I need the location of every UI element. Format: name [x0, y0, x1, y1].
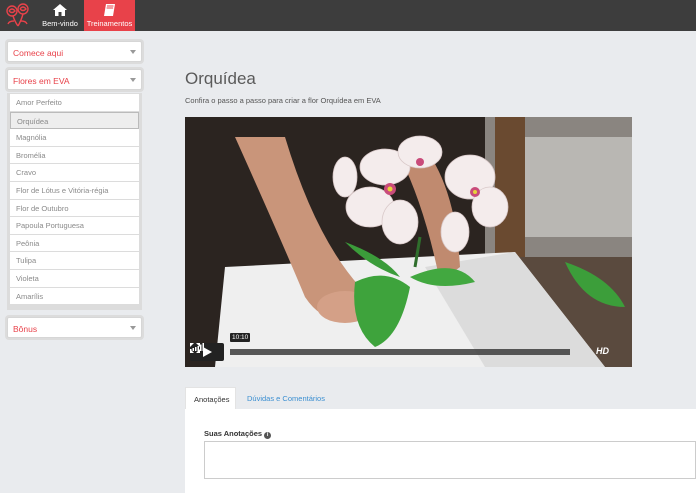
- lesson-item[interactable]: Peônia: [10, 234, 139, 253]
- video-time: 10:10: [230, 333, 251, 342]
- video-frame-orchid-image: [185, 117, 632, 367]
- lesson-item[interactable]: Bromélia: [10, 146, 139, 165]
- hd-toggle[interactable]: HD: [596, 346, 609, 356]
- notes-label-text: Suas Anotações: [204, 429, 263, 438]
- nav-trainings-label: Treinamentos: [86, 19, 133, 28]
- lesson-list: Amor Perfeito Orquídea Magnólia Bromélia…: [7, 93, 142, 310]
- notes-panel: Suas Anotações i: [185, 409, 696, 493]
- page-title: Orquídea: [185, 69, 256, 88]
- lesson-item[interactable]: Tulipa: [10, 252, 139, 270]
- content-tabs: Anotações Dúvidas e Comentários: [185, 387, 696, 409]
- caret-down-icon: [130, 326, 136, 330]
- section-label: Flores em EVA: [13, 76, 70, 86]
- page-subtitle: Confira o passo a passo para criar a flo…: [185, 96, 381, 105]
- top-navbar: Bem-vindo Treinamentos: [0, 0, 696, 31]
- lesson-item[interactable]: Flor de Lótus e Vitória-régia: [10, 181, 139, 200]
- section-comece-aqui[interactable]: Comece aqui: [7, 41, 142, 62]
- lesson-item-active[interactable]: Orquídea: [10, 111, 139, 130]
- roses-logo-icon[interactable]: [4, 2, 32, 28]
- lesson-item[interactable]: Papoula Portuguesa: [10, 217, 139, 235]
- course-sidebar: Comece aqui Flores em EVA Amor Perfeito …: [0, 31, 148, 493]
- info-icon[interactable]: i: [264, 432, 272, 439]
- notes-label: Suas Anotações i: [204, 429, 272, 439]
- tab-questions-comments[interactable]: Dúvidas e Comentários: [239, 387, 333, 409]
- nav-welcome[interactable]: Bem-vindo: [38, 0, 82, 31]
- play-icon: [203, 347, 212, 357]
- lesson-item[interactable]: Cravo: [10, 164, 139, 182]
- section-label: Comece aqui: [13, 48, 64, 58]
- video-controls: 10:10 HD: [190, 333, 627, 361]
- caret-down-icon: [130, 78, 136, 82]
- home-icon: [53, 4, 67, 16]
- nav-trainings[interactable]: Treinamentos: [84, 0, 135, 31]
- fullscreen-icon[interactable]: [190, 343, 200, 353]
- book-icon: [103, 4, 115, 16]
- section-bonus[interactable]: Bônus: [7, 317, 142, 338]
- lesson-item[interactable]: Flor de Outubro: [10, 199, 139, 218]
- video-player[interactable]: 10:10 HD: [185, 117, 632, 367]
- nav-welcome-label: Bem-vindo: [42, 19, 78, 28]
- caret-down-icon: [130, 50, 136, 54]
- lesson-item[interactable]: Violeta: [10, 269, 139, 288]
- section-label: Bônus: [13, 324, 38, 334]
- notes-textarea[interactable]: [204, 441, 696, 479]
- lesson-item[interactable]: Magnólia: [10, 129, 139, 147]
- lesson-item[interactable]: Amarílis: [10, 287, 139, 306]
- section-flores-em-eva[interactable]: Flores em EVA: [7, 69, 142, 90]
- video-progress-bar[interactable]: [230, 349, 570, 355]
- tab-notes[interactable]: Anotações: [185, 387, 236, 409]
- lesson-item[interactable]: Amor Perfeito: [10, 94, 139, 112]
